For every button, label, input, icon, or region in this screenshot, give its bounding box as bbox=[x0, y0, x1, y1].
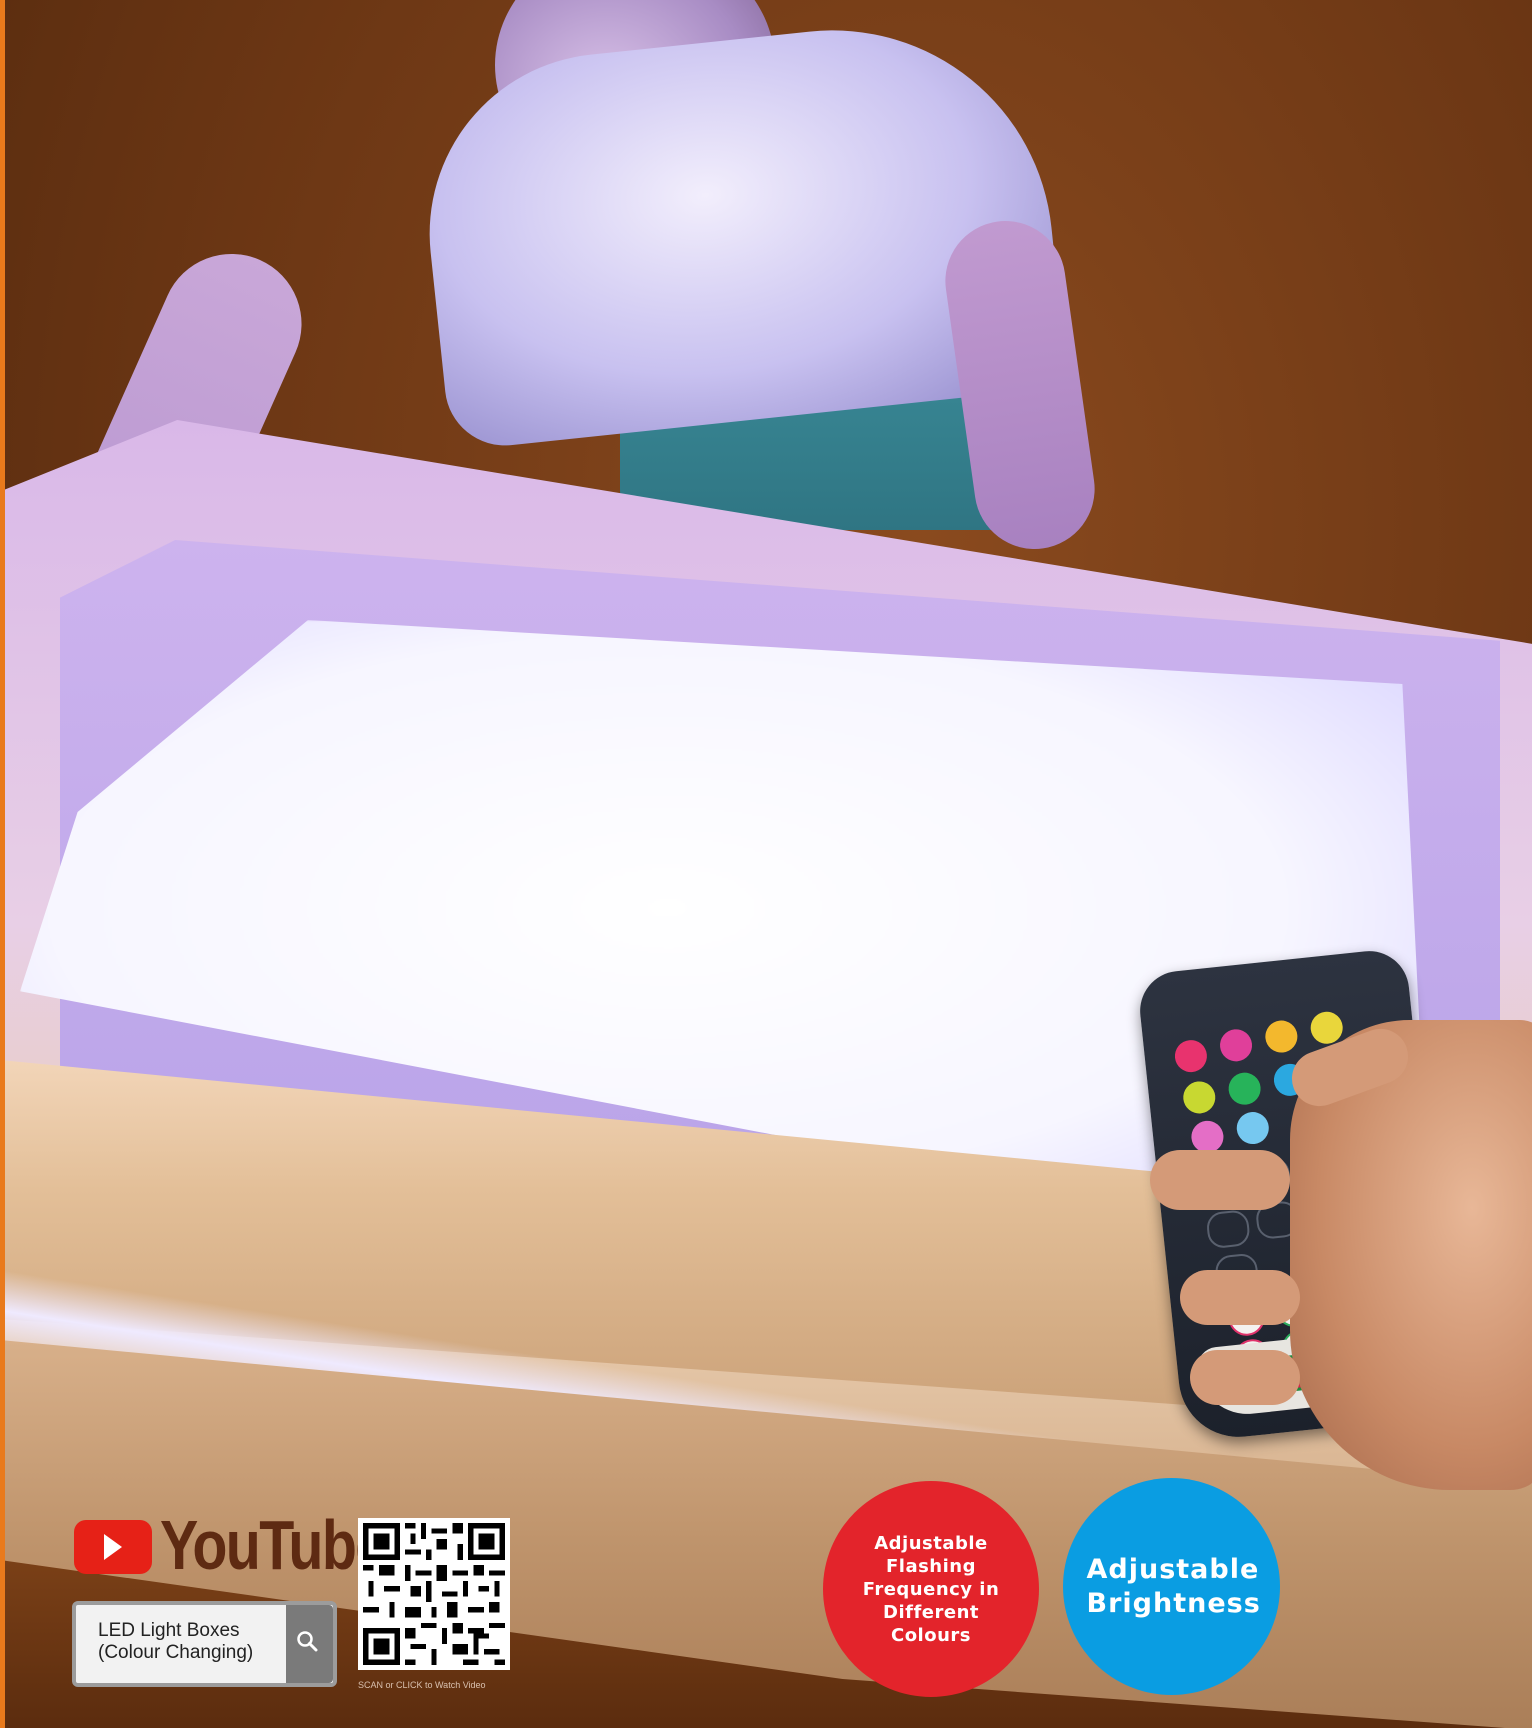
remote-colour-button bbox=[1181, 1079, 1217, 1116]
remote-number-button bbox=[1205, 1209, 1251, 1250]
finger bbox=[1190, 1350, 1300, 1405]
left-accent-border bbox=[0, 0, 5, 1728]
feature-badge-flashing: Adjustable Flashing Frequency in Differe… bbox=[823, 1481, 1039, 1697]
feature-badge-brightness: Adjustable Brightness bbox=[1063, 1478, 1280, 1695]
search-icon bbox=[297, 1631, 318, 1652]
remote-colour-button bbox=[1218, 1027, 1254, 1063]
product-photo: masterkidz bbox=[0, 0, 1532, 1728]
feature-badge-label: Adjustable Flashing Frequency in Differe… bbox=[862, 1532, 1000, 1646]
remote-colour-button bbox=[1263, 1018, 1299, 1055]
remote-colour-button bbox=[1227, 1071, 1263, 1107]
video-search-text: LED Light Boxes (Colour Changing) bbox=[98, 1620, 254, 1663]
thumb bbox=[1150, 1150, 1290, 1210]
youtube-wordmark: YouTube bbox=[160, 1506, 387, 1584]
remote-colour-button bbox=[1235, 1110, 1271, 1146]
feature-badge-label: Adjustable Brightness bbox=[1086, 1553, 1261, 1619]
play-icon bbox=[104, 1534, 122, 1560]
finger bbox=[1180, 1270, 1300, 1325]
qr-caption: SCAN or CLICK to Watch Video bbox=[358, 1680, 486, 1690]
remote-colour-button bbox=[1309, 1010, 1345, 1046]
remote-colour-button bbox=[1173, 1038, 1209, 1074]
qr-code[interactable] bbox=[358, 1518, 510, 1670]
